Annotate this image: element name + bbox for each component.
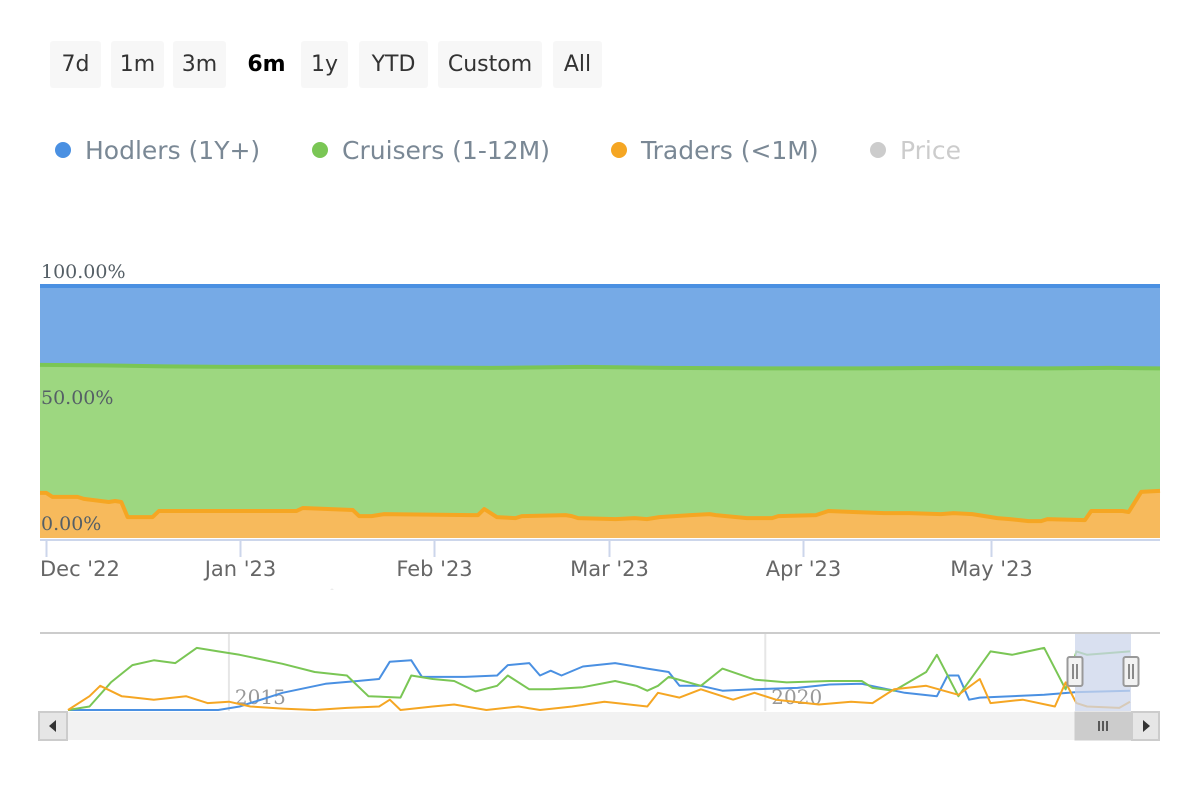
- range-button-3m[interactable]: 3m: [173, 41, 226, 88]
- range-button-7d[interactable]: 7d: [50, 41, 101, 88]
- range-button-custom[interactable]: Custom: [438, 41, 542, 88]
- legend-label: Price: [900, 136, 961, 165]
- y-tick-label: 50.00%: [41, 387, 113, 409]
- legend-item-cruisers[interactable]: Cruisers (1-12M): [312, 133, 550, 169]
- y-tick-label: 0.00%: [41, 513, 101, 535]
- legend-item-price[interactable]: Price: [870, 133, 961, 169]
- main-chart: IntoTheBlock 0.00%50.00%100.00%Dec '22Ja…: [39, 261, 1161, 590]
- x-tick-label: Feb '23: [396, 557, 472, 581]
- legend-label: Traders (<1M): [641, 136, 819, 165]
- scrollbar-track[interactable]: [40, 712, 1160, 740]
- range-button-all[interactable]: All: [553, 41, 602, 88]
- legend-dot-icon: [870, 142, 886, 158]
- x-tick-label: May '23: [950, 557, 1033, 581]
- legend-label: Cruisers (1-12M): [342, 136, 550, 165]
- series-area-hodlers: [40, 286, 1160, 369]
- navigator-line-cruisers: [67, 646, 1131, 711]
- navigator-handle-left[interactable]: [1066, 656, 1084, 687]
- scrollbar-thumb[interactable]: [1074, 711, 1132, 741]
- range-button-6m[interactable]: 6m: [238, 41, 295, 88]
- range-button-1m[interactable]: 1m: [111, 41, 164, 88]
- series-area-cruisers: [40, 364, 1160, 522]
- x-tick-label: Jan '23: [203, 557, 277, 581]
- legend-item-traders[interactable]: Traders (<1M): [611, 133, 819, 169]
- range-button-ytd[interactable]: YTD: [359, 41, 428, 88]
- x-tick-label: Dec '22: [40, 557, 120, 581]
- x-tick-label: Apr '23: [766, 557, 842, 581]
- scroll-left-button[interactable]: [38, 711, 68, 741]
- legend-item-hodlers[interactable]: Hodlers (1Y+): [55, 133, 260, 169]
- legend-dot-icon: [312, 142, 328, 158]
- scroll-right-button[interactable]: [1131, 711, 1160, 741]
- legend-dot-icon: [611, 142, 627, 158]
- legend-label: Hodlers (1Y+): [85, 136, 261, 165]
- x-tick-label: Mar '23: [570, 557, 649, 581]
- navigator-handle-right[interactable]: [1122, 656, 1140, 687]
- y-tick-label: 100.00%: [41, 261, 126, 283]
- navigator: 2015 2020: [38, 632, 1160, 741]
- range-button-1y[interactable]: 1y: [301, 41, 348, 88]
- legend-dot-icon: [55, 142, 71, 158]
